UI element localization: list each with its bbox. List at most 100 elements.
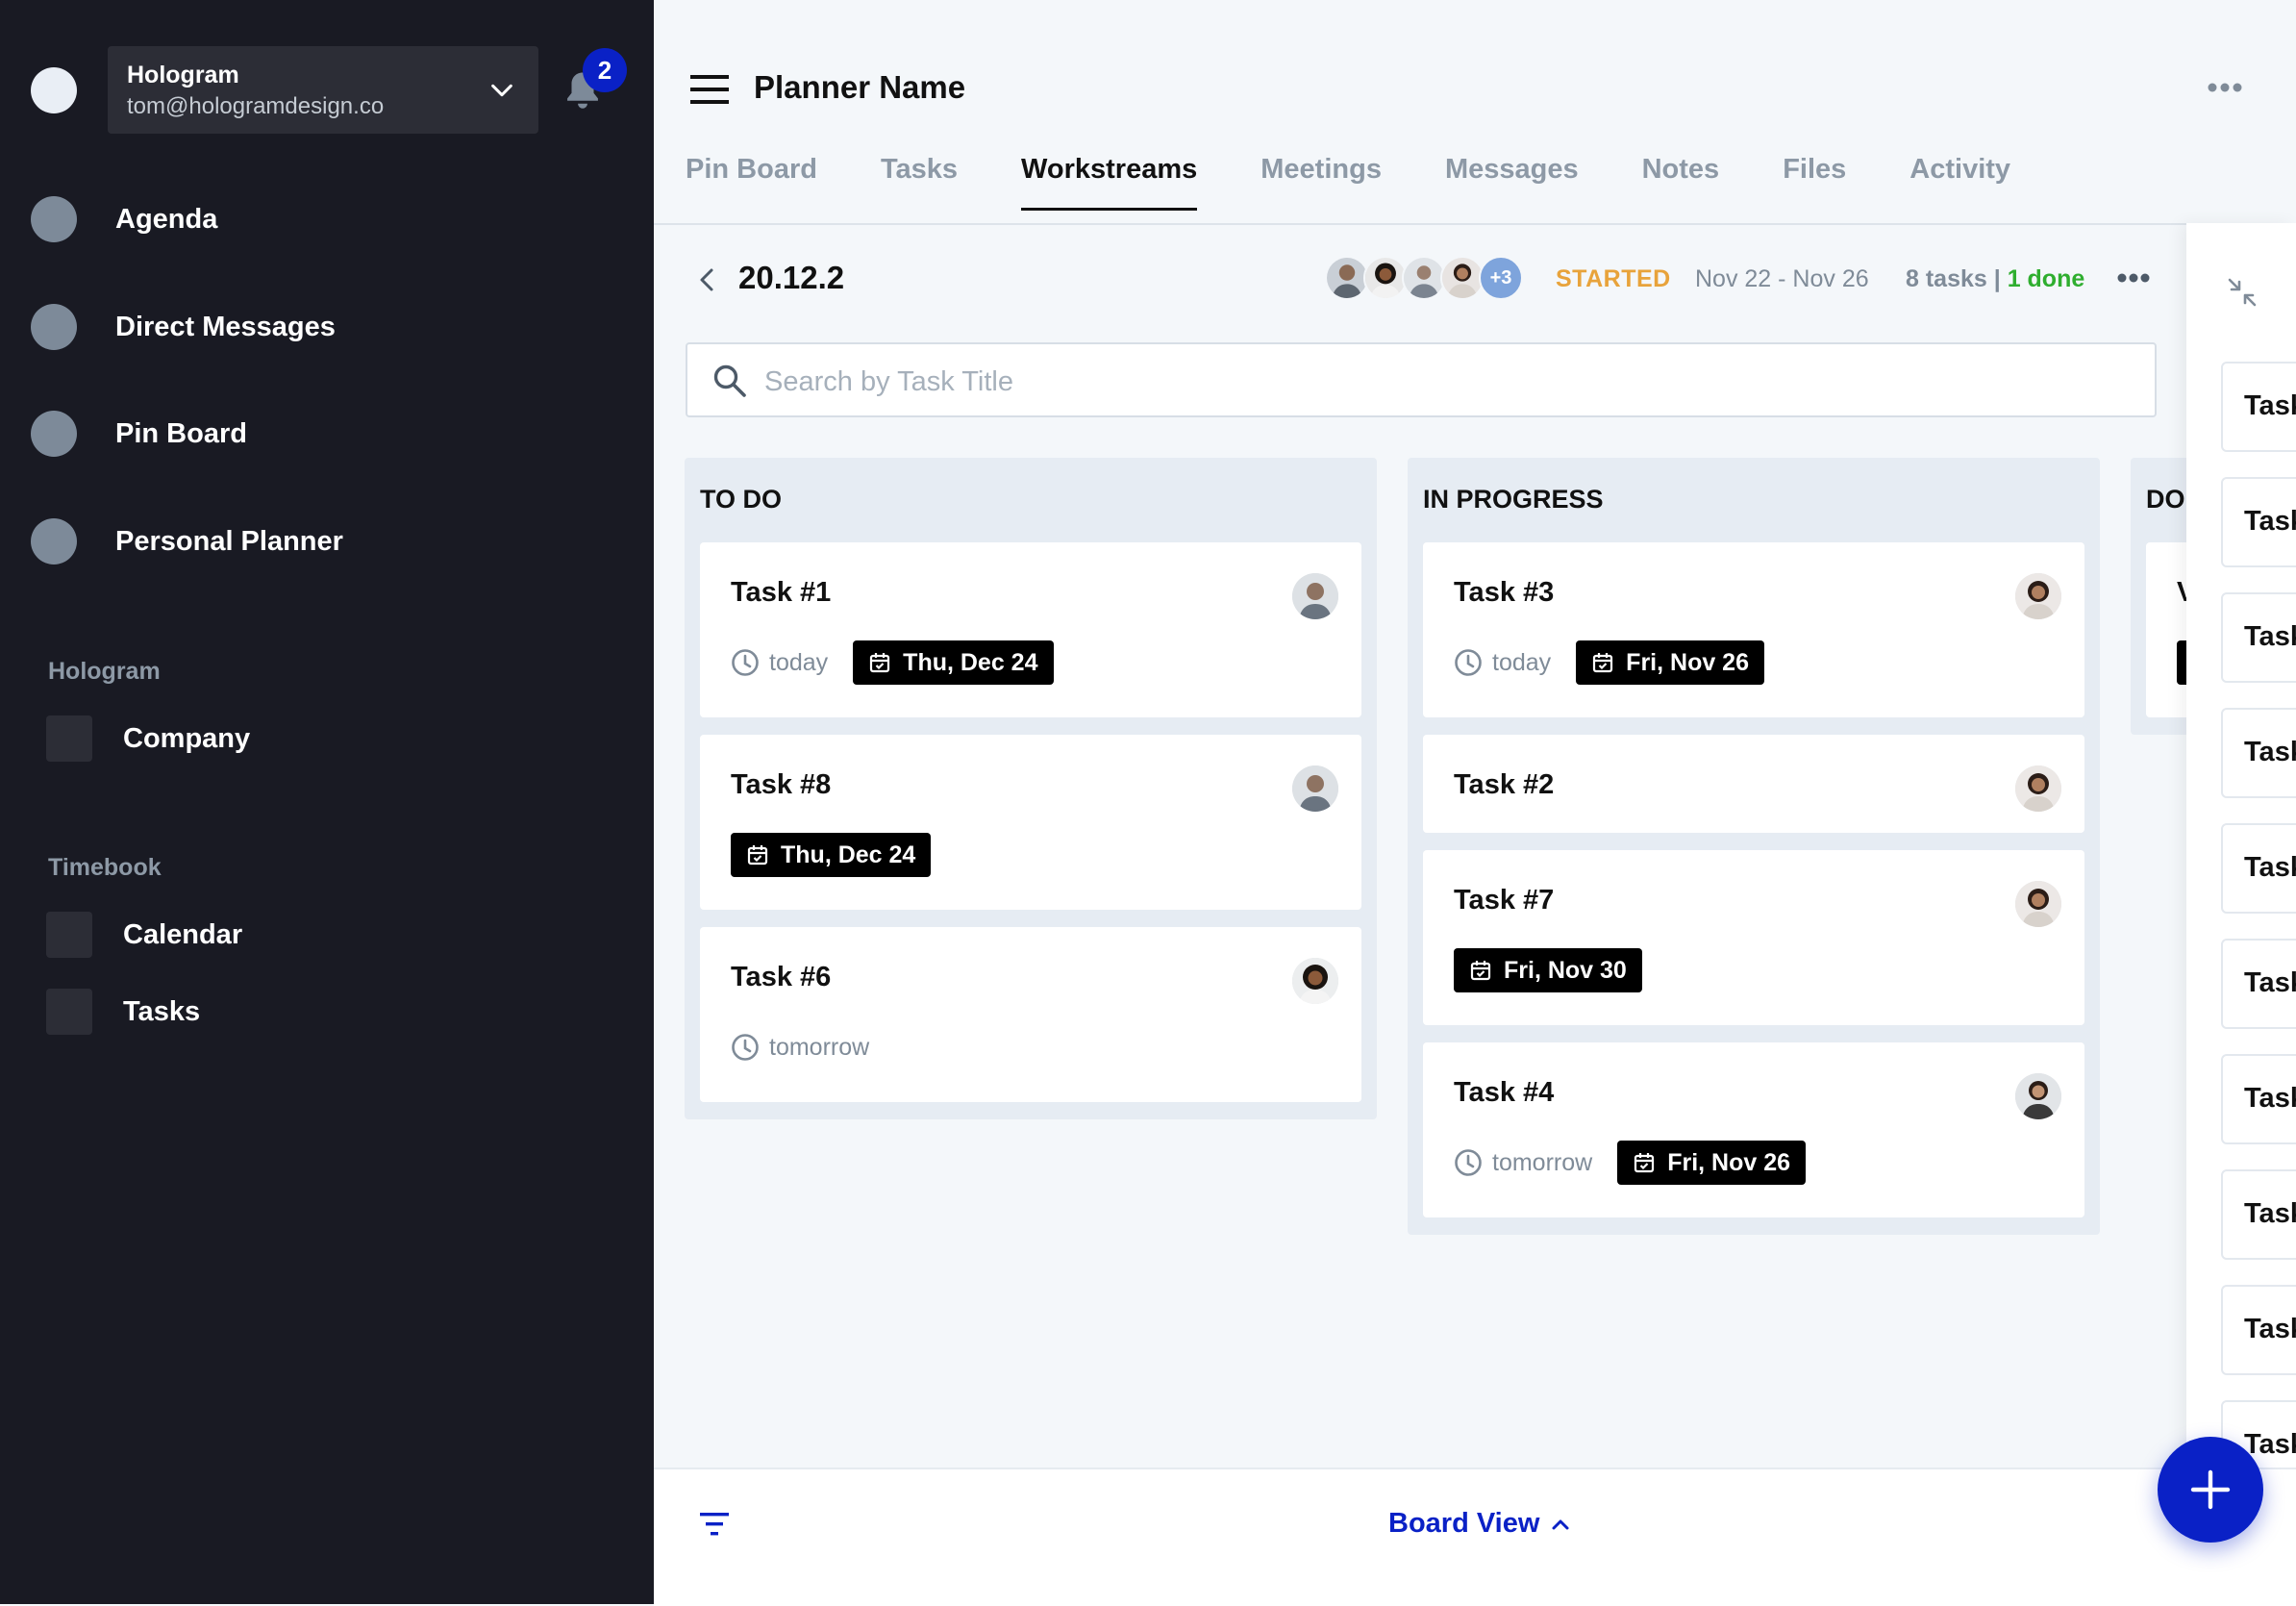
sidebar-item-label: Tasks: [123, 995, 201, 1027]
side-task-label: Task: [2244, 621, 2296, 652]
personal-planner-icon: [31, 518, 77, 565]
task-card[interactable]: Task #4 tomorrow Fri, Nov 26: [1423, 1042, 2084, 1217]
tab-messages[interactable]: Messages: [1445, 154, 1579, 209]
tab-workstreams[interactable]: Workstreams: [1021, 154, 1198, 211]
task-card[interactable]: Task #7 Fri, Nov 30: [1423, 850, 2084, 1025]
assignee-avatar: [2015, 573, 2061, 619]
side-task-item[interactable]: Task: [2221, 1054, 2296, 1144]
task-card[interactable]: Task #1 today Thu, Dec 24: [700, 542, 1361, 717]
menu-icon[interactable]: [690, 73, 729, 106]
account-name: Hologram: [127, 62, 239, 88]
calendar-icon: [46, 912, 92, 958]
side-task-label: Task: [2244, 506, 2296, 537]
workspace-avatar[interactable]: [31, 67, 77, 113]
task-title: Task #1: [731, 577, 832, 608]
tab-pin-board[interactable]: Pin Board: [686, 154, 817, 209]
task-card[interactable]: Task #3 today Fri, Nov 26: [1423, 542, 2084, 717]
side-task-item[interactable]: Task: [2221, 708, 2296, 798]
nav-label: Pin Board: [115, 417, 247, 449]
task-card[interactable]: Task #6 tomorrow: [700, 927, 1361, 1102]
side-task-item[interactable]: Task: [2221, 939, 2296, 1029]
tab-files[interactable]: Files: [1783, 154, 1846, 209]
sidebar-item-tasks[interactable]: Tasks: [46, 989, 200, 1035]
account-email: tom@hologramdesign.co: [127, 93, 385, 119]
page-title: Planner Name: [754, 69, 966, 105]
sprint-name: 20.12.2: [738, 260, 845, 295]
side-task-label: Task: [2244, 967, 2296, 998]
add-task-button[interactable]: [2158, 1437, 2263, 1543]
task-meta: tomorrow: [731, 1033, 894, 1062]
calendar-check-icon: [747, 845, 768, 866]
chevron-down-icon: [491, 84, 512, 97]
due-date: Fri, Nov 26: [1667, 1148, 1791, 1176]
side-task-item[interactable]: Task: [2221, 823, 2296, 914]
sidebar-item-company[interactable]: Company: [46, 715, 250, 762]
sidebar-item-calendar[interactable]: Calendar: [46, 912, 242, 958]
company-icon: [46, 715, 92, 762]
side-task-item[interactable]: Task: [2221, 592, 2296, 683]
view-switcher[interactable]: Board View: [1388, 1508, 1570, 1540]
tab-activity[interactable]: Activity: [1909, 154, 2010, 209]
calendar-check-icon: [1593, 653, 1613, 673]
calendar-check-icon: [1635, 1153, 1655, 1173]
side-task-label: Task: [2244, 390, 2296, 421]
task-meta: Fri, Nov 30: [1454, 948, 1642, 992]
search-icon: [713, 364, 746, 397]
tab-meetings[interactable]: Meetings: [1260, 154, 1382, 209]
relative-due: today: [769, 648, 829, 676]
column-title: IN PROGRESS: [1423, 485, 1604, 514]
plus-icon: [2190, 1469, 2231, 1510]
side-task-item[interactable]: Task: [2221, 1285, 2296, 1375]
board-column-todo: TO DO Task #1 today Thu, Dec 24 Task #8 …: [685, 458, 1377, 1119]
account-switcher[interactable]: Hologram tom@hologramdesign.co: [108, 46, 538, 134]
status-badge: STARTED: [1556, 265, 1671, 292]
side-task-item[interactable]: Task: [2221, 477, 2296, 567]
nav-label: Direct Messages: [115, 311, 336, 342]
section-title-hologram: Hologram: [48, 658, 161, 685]
chevron-up-icon: [1552, 1519, 1569, 1529]
assignee-avatar: [2015, 1073, 2061, 1119]
chevron-left-icon[interactable]: [694, 265, 721, 294]
search-box: [686, 342, 2157, 417]
sprint-date-range: Nov 22 - Nov 26: [1695, 265, 1869, 292]
side-task-item[interactable]: Task: [2221, 362, 2296, 452]
view-label: Board View: [1388, 1508, 1540, 1539]
nav-item-agenda[interactable]: Agenda: [31, 194, 217, 244]
assignee-avatar: [2015, 881, 2061, 927]
sidebar-item-label: Company: [123, 722, 251, 754]
tab-notes[interactable]: Notes: [1642, 154, 1720, 209]
nav-item-personal-planner[interactable]: Personal Planner: [31, 516, 343, 566]
due-date-badge: Fri, Nov 26: [1617, 1141, 1807, 1185]
member-avatars[interactable]: +3: [1325, 256, 1523, 300]
nav-item-direct-messages[interactable]: Direct Messages: [31, 302, 336, 352]
clock-icon: [732, 649, 759, 676]
task-card[interactable]: Task #8 Thu, Dec 24: [700, 735, 1361, 910]
due-date-badge: Fri, Nov 26: [1576, 640, 1764, 685]
bottom-toolbar: Board View: [654, 1468, 2296, 1606]
tasks-icon: [46, 989, 92, 1035]
planner-header: Planner Name Pin Board Tasks Workstreams…: [654, 0, 2296, 225]
assignee-avatar: [1292, 573, 1338, 619]
due-date-badge: Fri, Nov 30: [1454, 948, 1642, 992]
task-card[interactable]: Task #2: [1423, 735, 2084, 833]
count-separator: |: [1986, 265, 2008, 292]
more-horizontal-icon[interactable]: [2117, 272, 2150, 284]
avatar-more-count: +3: [1479, 256, 1523, 300]
filter-icon[interactable]: [698, 1510, 731, 1539]
more-horizontal-icon[interactable]: [2208, 81, 2242, 94]
collapse-icon[interactable]: [2227, 277, 2258, 308]
relative-due: tomorrow: [1492, 1148, 1593, 1176]
direct-messages-icon: [31, 304, 77, 350]
tab-tasks[interactable]: Tasks: [881, 154, 958, 209]
nav-item-pin-board[interactable]: Pin Board: [31, 409, 247, 459]
search-input[interactable]: [762, 358, 2112, 406]
side-task-label: Task: [2244, 852, 2296, 883]
sidebar: Hologram tom@hologramdesign.co 2 Agenda …: [0, 0, 654, 1604]
sidebar-item-label: Calendar: [123, 918, 243, 950]
side-task-item[interactable]: Task: [2221, 1169, 2296, 1260]
agenda-icon: [31, 196, 77, 242]
assignee-avatar: [1292, 765, 1338, 812]
due-date: Fri, Nov 26: [1626, 648, 1749, 676]
task-meta: Thu, Dec 24: [731, 833, 932, 877]
task-title: Task #7: [1454, 885, 1555, 916]
